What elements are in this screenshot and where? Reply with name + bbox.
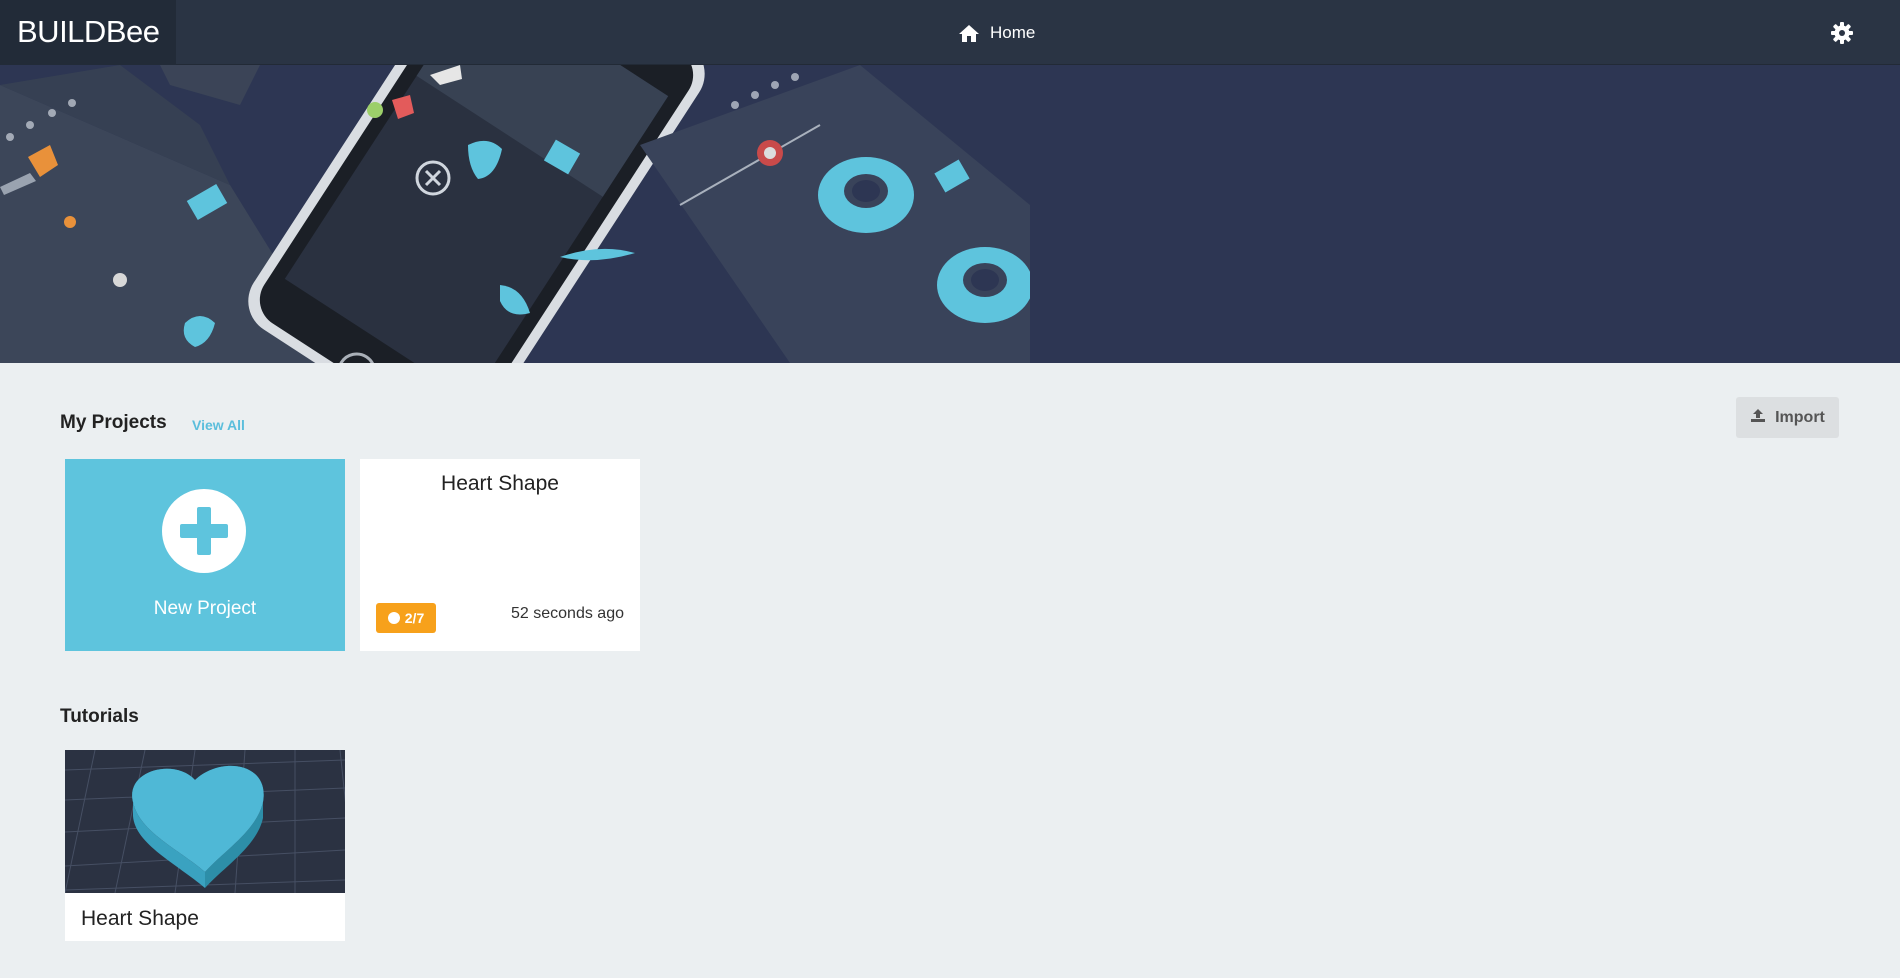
project-progress-value: 2/7 <box>404 610 425 626</box>
import-button[interactable]: Import <box>1736 397 1839 438</box>
project-title: Heart Shape <box>441 472 559 495</box>
home-nav-link[interactable]: Home <box>958 20 1035 46</box>
tutorial-title: Heart Shape <box>81 907 199 930</box>
gear-icon <box>1830 22 1854 49</box>
project-card[interactable]: Heart Shape 2/7 52 seconds ago <box>360 459 640 651</box>
tutorials-heading: Tutorials <box>60 706 139 727</box>
tutorial-thumbnail <box>65 750 345 893</box>
logo-build-text: BUILD <box>17 14 106 49</box>
view-all-projects-link[interactable]: View All <box>192 417 245 433</box>
new-project-label: New Project <box>153 598 257 619</box>
upload-icon <box>1750 408 1766 428</box>
hero-banner <box>0 65 1900 363</box>
home-icon <box>958 24 980 43</box>
home-nav-label: Home <box>990 23 1036 42</box>
settings-button[interactable] <box>1830 21 1854 45</box>
project-progress-badge[interactable]: 2/7 <box>376 603 436 633</box>
top-navigation-bar: BUILDBee Home <box>0 0 1900 65</box>
tutorial-card[interactable]: Heart Shape <box>65 750 345 941</box>
logo-bee-text: Bee <box>105 14 160 49</box>
status-dot-icon <box>387 612 400 624</box>
project-updated-time: 52 seconds ago <box>511 605 624 622</box>
heart-model-thumbnail-image <box>65 750 345 893</box>
hero-app-screens-illustration <box>0 65 1030 363</box>
new-project-card[interactable]: New Project <box>65 459 345 651</box>
my-projects-heading: My Projects <box>60 412 167 433</box>
buildbee-logo: BUILDBee <box>17 14 160 50</box>
plus-icon <box>162 489 246 573</box>
import-button-label: Import <box>1775 408 1825 426</box>
logo-container[interactable]: BUILDBee <box>0 0 176 65</box>
